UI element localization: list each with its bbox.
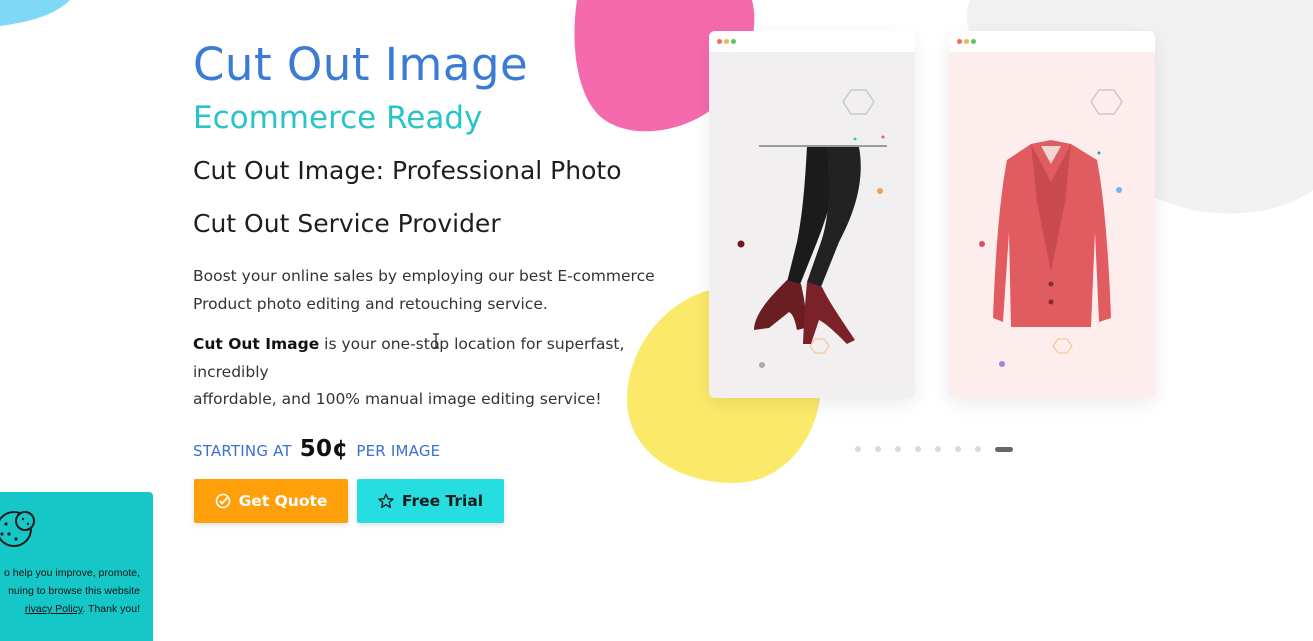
get-quote-button[interactable]: Get Quote [194, 479, 348, 523]
hero-section: Cut Out Image Ecommerce Ready Cut Out Im… [193, 36, 693, 462]
star-icon [378, 493, 394, 509]
carousel-dot-6[interactable] [955, 446, 961, 452]
price-suffix: PER IMAGE [356, 441, 441, 460]
carousel-dot-7[interactable] [975, 446, 981, 452]
hero-paragraph-2: Cut Out Image is your one-stop location … [193, 331, 693, 414]
trousers-heels-image [737, 89, 887, 368]
carousel-dot-5[interactable] [935, 446, 941, 452]
get-quote-label: Get Quote [238, 492, 328, 510]
hero-subtitle: Ecommerce Ready [193, 100, 483, 136]
carousel-dot-3[interactable] [895, 446, 901, 452]
paragraph1-line1: Boost your online sales by employing our… [193, 267, 655, 285]
free-trial-button[interactable]: Free Trial [357, 479, 504, 523]
hero-heading: Cut Out Image: Professional Photo Cut Ou… [193, 144, 693, 250]
cookie-consent-banner: o help you improve, promote, nuing to br… [0, 492, 153, 641]
paragraph2-line2: affordable, and 100% manual image editin… [193, 390, 602, 408]
cookie-line2: nuing to browse this website [8, 585, 140, 597]
carousel-dot-4[interactable] [915, 446, 921, 452]
hero-heading-line2: Cut Out Service Provider [193, 209, 501, 238]
cookie-banner-text: o help you improve, promote, nuing to br… [0, 564, 140, 618]
price-value: 50¢ [299, 435, 349, 462]
card-browser-bar [709, 31, 915, 52]
carousel-pagination [855, 446, 1013, 452]
price-line: STARTING AT 50¢ PER IMAGE [193, 436, 693, 462]
cookie-line1: o help you improve, promote, [4, 567, 140, 579]
hero-paragraph-1: Boost your online sales by employing our… [193, 263, 693, 318]
product-card-jacket [949, 31, 1155, 398]
carousel-dot-1[interactable] [855, 446, 861, 452]
hero-heading-line1: Cut Out Image: Professional Photo [193, 156, 622, 185]
privacy-policy-link[interactable]: rivacy Policy [25, 603, 83, 615]
product-card-shoes [709, 31, 915, 398]
blue-blob-decoration [0, 0, 70, 26]
price-prefix: STARTING AT [193, 441, 292, 460]
carousel-dot-2[interactable] [875, 446, 881, 452]
paragraph1-line2: Product photo editing and retouching ser… [193, 294, 548, 313]
cookie-line3-rest: . Thank you! [82, 603, 140, 615]
card-browser-bar [949, 31, 1155, 52]
cookie-icon [0, 511, 35, 547]
check-circle-icon [215, 493, 230, 509]
text-cursor-icon [433, 333, 439, 349]
brand-name-bold: Cut Out Image [193, 335, 320, 353]
free-trial-label: Free Trial [401, 492, 484, 510]
hero-title: Cut Out Image [193, 38, 529, 91]
pink-jacket-image [979, 89, 1123, 367]
carousel-dot-8-active[interactable] [995, 446, 1013, 452]
